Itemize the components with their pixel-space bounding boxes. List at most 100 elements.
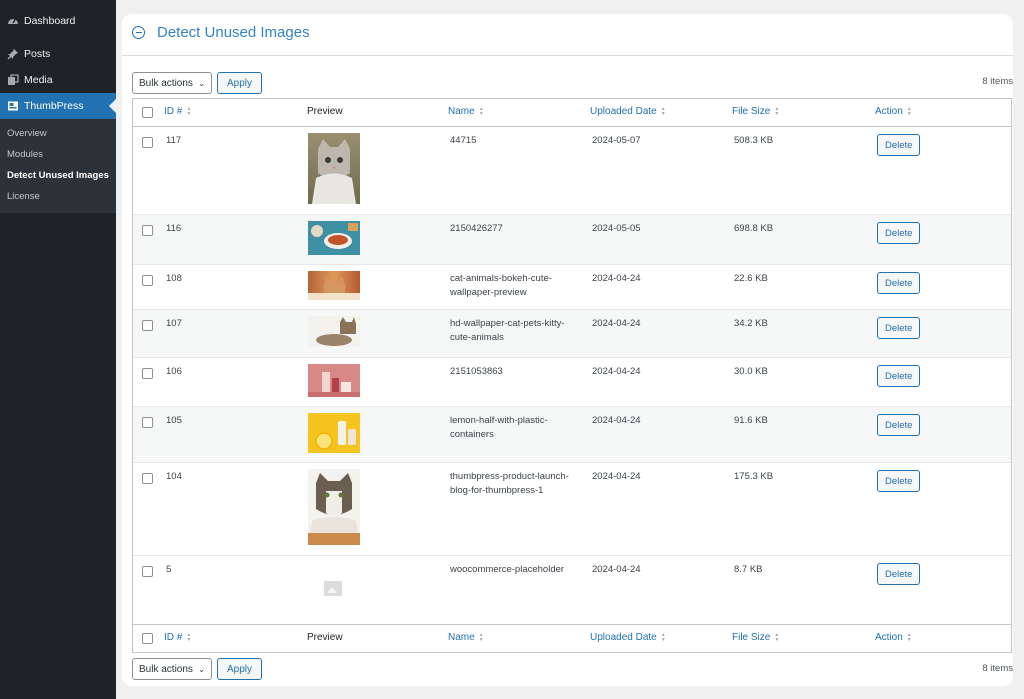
page-title: Detect Unused Images — [157, 24, 310, 41]
row-id: 106 — [166, 366, 182, 377]
name-line: blog-for-thumbpress-1 — [450, 485, 544, 496]
col-id[interactable]: ID # ▲ ▼ — [164, 632, 191, 643]
menu-media[interactable]: Media — [0, 67, 116, 93]
table-row: 106 2151053863 2024-04-24 30.0 KB Delete — [133, 358, 1011, 407]
submenu-modules[interactable]: Modules — [0, 144, 116, 165]
row-date: 2024-04-24 — [592, 471, 641, 482]
collapse-icon[interactable] — [132, 26, 145, 39]
row-id: 116 — [166, 223, 182, 234]
sort-icon: ▲ ▼ — [186, 105, 192, 117]
row-date: 2024-04-24 — [592, 366, 641, 377]
bulk-actions-select[interactable]: Bulk actions ⌄ — [132, 72, 212, 94]
thumbpress-icon — [6, 100, 19, 113]
col-size[interactable]: File Size ▲ ▼ — [732, 632, 779, 643]
col-name-label: Name — [448, 106, 475, 117]
cat-photo — [308, 469, 360, 545]
row-date: 2024-04-24 — [592, 564, 641, 575]
delete-button[interactable]: Delete — [877, 272, 921, 294]
row-size: 91.6 KB — [734, 415, 768, 426]
row-checkbox[interactable] — [142, 225, 153, 236]
row-size: 8.7 KB — [734, 564, 763, 575]
menu-label: Posts — [24, 48, 51, 60]
sort-icon: ▲ ▼ — [906, 631, 912, 643]
row-name: 2150426277 — [450, 222, 503, 236]
menu-thumbpress[interactable]: ThumbPress — [0, 93, 116, 119]
delete-button[interactable]: Delete — [877, 470, 921, 492]
submenu-detect-unused-images[interactable]: Detect Unused Images — [0, 165, 116, 186]
row-checkbox[interactable] — [142, 137, 153, 148]
delete-button[interactable]: Delete — [877, 414, 921, 436]
dashboard-icon — [6, 15, 19, 28]
row-checkbox[interactable] — [142, 473, 153, 484]
delete-button[interactable]: Delete — [877, 317, 921, 339]
items-count: 8 items — [982, 76, 1013, 87]
bulk-actions-label: Bulk actions — [139, 77, 193, 89]
sort-icon: ▲ ▼ — [774, 105, 780, 117]
row-name: hd-wallpaper-cat-pets-kitty-cute-animals — [450, 317, 565, 345]
chevron-down-icon: ⌄ — [198, 664, 205, 674]
delete-button[interactable]: Delete — [877, 134, 921, 156]
name-line: woocommerce-placeholder — [450, 564, 565, 575]
table-row: 117 44715 2024-05-07 508.3 KB Delete — [133, 127, 1011, 215]
row-name: 2151053863 — [450, 365, 503, 379]
table-row: 104 thumbpress-product-launch-blog-for-t… — [133, 463, 1011, 556]
row-id: 105 — [166, 415, 182, 426]
row-id: 117 — [166, 135, 182, 146]
col-action[interactable]: Action ▲ ▼ — [875, 106, 912, 117]
row-name: 44715 — [450, 134, 476, 148]
tablenav-bottom: Bulk actions ⌄ Apply — [132, 658, 263, 680]
row-checkbox[interactable] — [142, 275, 153, 286]
row-checkbox[interactable] — [142, 417, 153, 428]
row-checkbox[interactable] — [142, 320, 153, 331]
bulk-actions-select[interactable]: Bulk actions ⌄ — [132, 658, 212, 680]
select-all-checkbox[interactable] — [142, 633, 153, 644]
placeholder-image-icon — [324, 581, 342, 596]
row-checkbox[interactable] — [142, 368, 153, 379]
delete-button[interactable]: Delete — [877, 365, 921, 387]
col-size[interactable]: File Size ▲ ▼ — [732, 106, 779, 117]
sort-icon: ▲ ▼ — [478, 631, 484, 643]
name-line: wallpaper-preview — [450, 287, 527, 298]
name-line: cute-animals — [450, 332, 504, 343]
col-date[interactable]: Uploaded Date ▲ ▼ — [590, 106, 666, 117]
row-name: cat-animals-bokeh-cute-wallpaper-preview — [450, 272, 552, 300]
submenu-license[interactable]: License — [0, 186, 116, 207]
admin-sidebar: Dashboard Posts Media ThumbPress Overvie… — [0, 0, 116, 699]
apply-button[interactable]: Apply — [217, 72, 263, 94]
delete-button[interactable]: Delete — [877, 563, 921, 585]
select-all-checkbox[interactable] — [142, 107, 153, 118]
row-id: 108 — [166, 273, 182, 284]
sort-icon: ▲ ▼ — [906, 105, 912, 117]
menu-dashboard[interactable]: Dashboard — [0, 8, 116, 34]
row-name: thumbpress-product-launch-blog-for-thumb… — [450, 470, 569, 498]
sort-icon: ▲ ▼ — [478, 105, 484, 117]
row-date: 2024-04-24 — [592, 273, 641, 284]
col-action-label: Action — [875, 106, 903, 117]
apply-button[interactable]: Apply — [217, 658, 263, 680]
cat-photo — [308, 133, 360, 204]
table-row: 116 2150426277 2024-05-05 698.8 KB Delet… — [133, 215, 1011, 265]
menu-label: Media — [24, 74, 53, 86]
content-panel: Detect Unused Images Bulk actions ⌄ Appl… — [122, 14, 1013, 686]
row-checkbox[interactable] — [142, 566, 153, 577]
row-size: 175.3 KB — [734, 471, 774, 482]
col-date[interactable]: Uploaded Date ▲ ▼ — [590, 632, 666, 643]
col-preview: Preview — [307, 106, 343, 117]
delete-button[interactable]: Delete — [877, 222, 921, 244]
col-name[interactable]: Name ▲ ▼ — [448, 106, 484, 117]
col-id[interactable]: ID # ▲ ▼ — [164, 106, 191, 117]
tablenav-top: Bulk actions ⌄ Apply — [132, 72, 263, 94]
table-footer: ID # ▲ ▼ Preview Name ▲ ▼ Uploaded Date ▲ ▼ Fi… — [133, 624, 1011, 652]
menu-posts[interactable]: Posts — [0, 41, 116, 67]
table-row: 108 cat-animals-bokeh-cute-wallpaper-pre… — [133, 265, 1011, 310]
menu-label: ThumbPress — [24, 100, 84, 112]
pin-icon — [6, 48, 19, 61]
col-action[interactable]: Action ▲ ▼ — [875, 632, 912, 643]
name-line: hd-wallpaper-cat-pets-kitty- — [450, 318, 565, 329]
food-photo — [308, 221, 360, 255]
submenu-overview[interactable]: Overview — [0, 123, 116, 144]
col-name[interactable]: Name ▲ ▼ — [448, 632, 484, 643]
col-action-label: Action — [875, 632, 903, 643]
col-size-label: File Size — [732, 632, 771, 643]
col-date-label: Uploaded Date — [590, 106, 657, 117]
